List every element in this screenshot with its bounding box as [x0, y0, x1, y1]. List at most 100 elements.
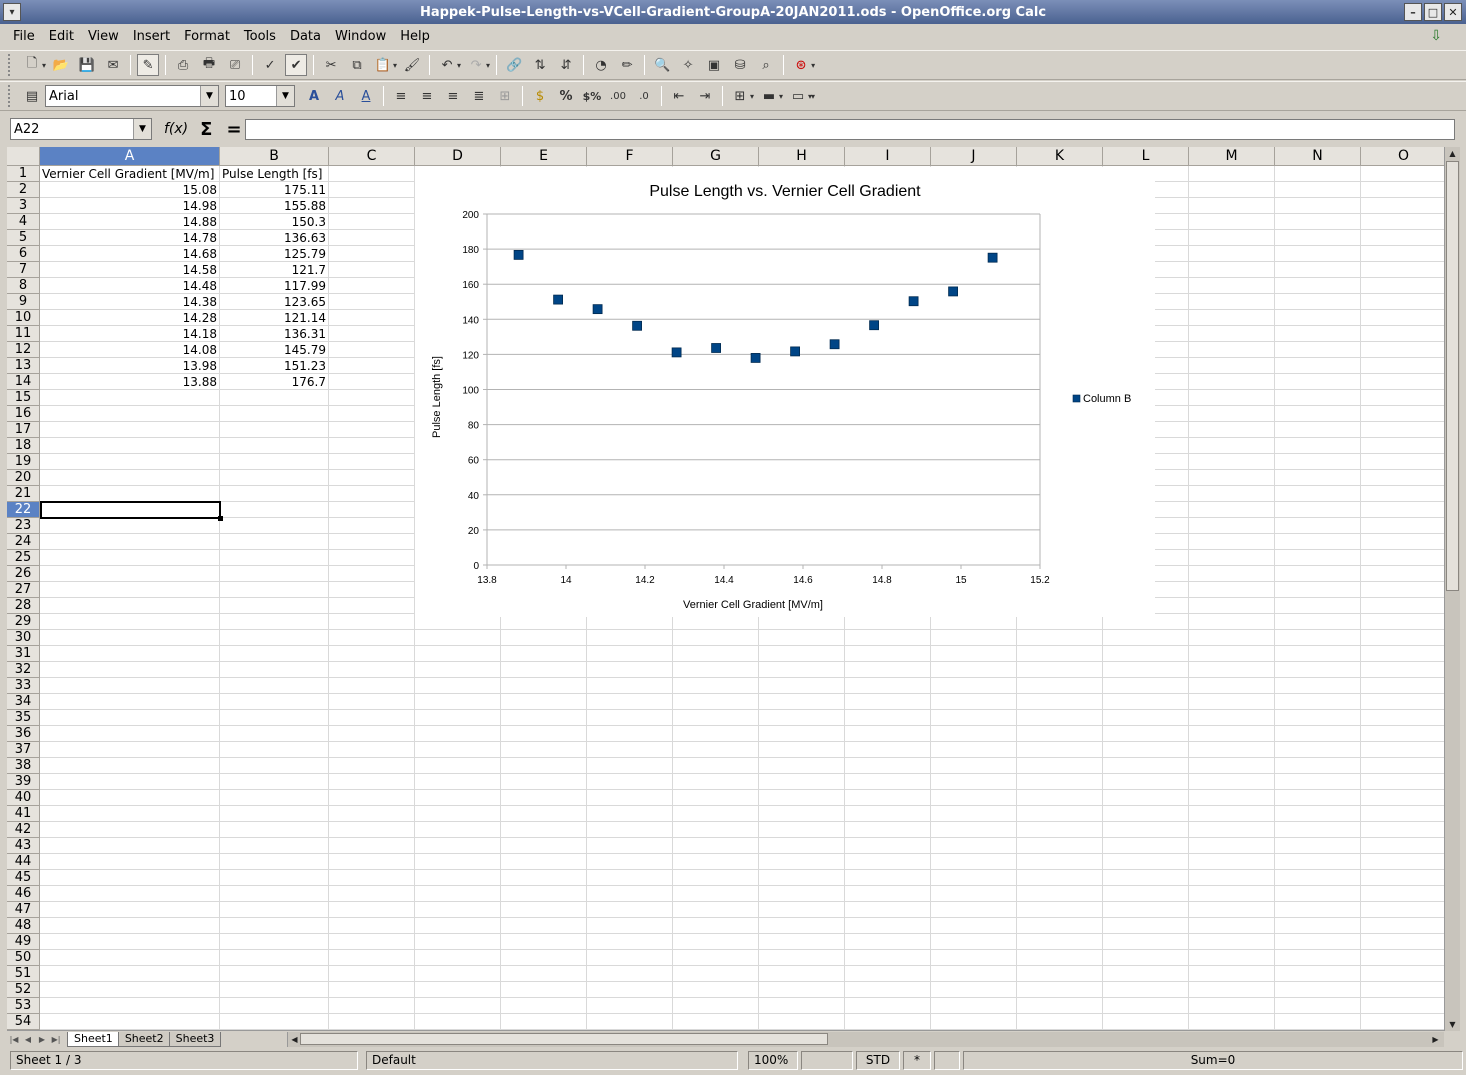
- data-point[interactable]: [671, 347, 682, 358]
- column-header[interactable]: M: [1189, 147, 1275, 166]
- background-color-icon[interactable]: ▬: [758, 85, 780, 107]
- align-center-icon[interactable]: ≡: [416, 85, 438, 107]
- borders-icon[interactable]: ⊞: [729, 85, 751, 107]
- page-preview-icon[interactable]: ⎚: [224, 54, 246, 76]
- cell[interactable]: 151.23: [220, 358, 328, 374]
- menu-window[interactable]: Window: [328, 29, 393, 44]
- menu-help[interactable]: Help: [393, 29, 437, 44]
- hyperlink-icon[interactable]: 🔗: [503, 54, 525, 76]
- data-point[interactable]: [513, 249, 524, 260]
- column-header[interactable]: I: [845, 147, 931, 166]
- cell[interactable]: 176.7: [220, 374, 328, 390]
- undo-icon[interactable]: ↶: [436, 54, 458, 76]
- menu-insert[interactable]: Insert: [126, 29, 177, 44]
- zoom-level[interactable]: 100%: [748, 1050, 798, 1070]
- toolbar-grip[interactable]: [8, 54, 13, 76]
- row-header[interactable]: 18: [7, 438, 40, 454]
- column-header[interactable]: L: [1103, 147, 1189, 166]
- row-header[interactable]: 8: [7, 278, 40, 294]
- zoom-icon[interactable]: ⌕: [755, 54, 777, 76]
- maximize-icon[interactable]: □: [1424, 3, 1442, 21]
- row-header[interactable]: 28: [7, 598, 40, 614]
- data-point[interactable]: [948, 286, 958, 297]
- digital-signature-indicator[interactable]: [934, 1050, 960, 1070]
- row-header[interactable]: 22: [7, 502, 40, 518]
- row-header[interactable]: 14: [7, 374, 40, 390]
- row-header[interactable]: 16: [7, 406, 40, 422]
- active-cell-cursor[interactable]: [40, 501, 223, 521]
- row-header[interactable]: 48: [7, 918, 40, 934]
- row-header[interactable]: 50: [7, 950, 40, 966]
- row-header[interactable]: 20: [7, 470, 40, 486]
- cell[interactable]: 14.38: [40, 294, 219, 310]
- data-point[interactable]: [750, 353, 761, 363]
- scatter-chart[interactable]: Pulse Length vs. Vernier Cell Gradient 0…: [415, 167, 1155, 617]
- row-header[interactable]: 9: [7, 294, 40, 310]
- scroll-right-icon[interactable]: ▶: [1429, 1033, 1442, 1046]
- row-header[interactable]: 26: [7, 566, 40, 582]
- row-header[interactable]: 33: [7, 678, 40, 694]
- data-point[interactable]: [987, 252, 998, 263]
- row-header[interactable]: 19: [7, 454, 40, 470]
- row-header[interactable]: 34: [7, 694, 40, 710]
- percent-format-icon[interactable]: %: [555, 85, 577, 107]
- horizontal-scrollbar[interactable]: ◀ ▶: [287, 1031, 1444, 1047]
- column-header[interactable]: J: [931, 147, 1017, 166]
- cell[interactable]: 15.08: [40, 182, 219, 198]
- row-header[interactable]: 44: [7, 854, 40, 870]
- menu-view[interactable]: View: [81, 29, 126, 44]
- navigator-icon[interactable]: ✧: [677, 54, 699, 76]
- spellcheck-icon[interactable]: ✓: [259, 54, 281, 76]
- row-header[interactable]: 7: [7, 262, 40, 278]
- row-header[interactable]: 35: [7, 710, 40, 726]
- column-header[interactable]: N: [1275, 147, 1361, 166]
- select-all-corner[interactable]: [7, 147, 40, 166]
- autospellcheck-icon[interactable]: ✔: [285, 54, 308, 76]
- cell[interactable]: 155.88: [220, 198, 328, 214]
- cell[interactable]: 14.78: [40, 230, 219, 246]
- function-wizard-icon[interactable]: f(x): [164, 121, 188, 137]
- cell[interactable]: 136.63: [220, 230, 328, 246]
- sum-icon[interactable]: Σ: [200, 119, 212, 140]
- scroll-up-icon[interactable]: ▲: [1446, 147, 1459, 160]
- increase-indent-icon[interactable]: ⇥: [694, 85, 716, 107]
- row-header[interactable]: 3: [7, 198, 40, 214]
- row-header[interactable]: 1: [7, 166, 40, 182]
- menu-tools[interactable]: Tools: [237, 29, 283, 44]
- column-header[interactable]: K: [1017, 147, 1103, 166]
- data-point[interactable]: [908, 296, 919, 307]
- help-icon[interactable]: ⊛: [790, 54, 812, 76]
- close-icon[interactable]: ✕: [1444, 3, 1462, 21]
- sheet-tab-1[interactable]: Sheet1: [67, 1031, 120, 1047]
- cell[interactable]: 121.7: [220, 262, 328, 278]
- show-draw-functions-icon[interactable]: ✏: [616, 54, 638, 76]
- row-header[interactable]: 2: [7, 182, 40, 198]
- row-header[interactable]: 36: [7, 726, 40, 742]
- row-header[interactable]: 46: [7, 886, 40, 902]
- delete-decimal-icon[interactable]: .0: [633, 85, 655, 107]
- cell[interactable]: 14.18: [40, 326, 219, 342]
- font-size-combo[interactable]: 10 ▼: [225, 85, 295, 107]
- data-point[interactable]: [711, 343, 722, 353]
- data-point[interactable]: [829, 339, 840, 350]
- data-point[interactable]: [790, 346, 801, 357]
- align-left-icon[interactable]: ≡: [390, 85, 412, 107]
- row-header[interactable]: 47: [7, 902, 40, 918]
- row-header[interactable]: 23: [7, 518, 40, 534]
- sheet-tab-2[interactable]: Sheet2: [117, 1031, 171, 1047]
- cell[interactable]: 121.14: [220, 310, 328, 326]
- styles-formatting-icon[interactable]: ▤: [21, 85, 43, 107]
- row-header[interactable]: 25: [7, 550, 40, 566]
- copy-icon[interactable]: ⧉: [346, 54, 368, 76]
- insert-mode[interactable]: [801, 1050, 853, 1070]
- row-header[interactable]: 11: [7, 326, 40, 342]
- cell[interactable]: 14.58: [40, 262, 219, 278]
- bold-icon[interactable]: A: [303, 85, 325, 107]
- row-header[interactable]: 49: [7, 934, 40, 950]
- cell[interactable]: 13.88: [40, 374, 219, 390]
- window-menu-icon[interactable]: ▾: [3, 3, 21, 21]
- decrease-indent-icon[interactable]: ⇤: [668, 85, 690, 107]
- cell[interactable]: 145.79: [220, 342, 328, 358]
- first-sheet-icon[interactable]: |◀: [7, 1035, 21, 1044]
- cell[interactable]: 125.79: [220, 246, 328, 262]
